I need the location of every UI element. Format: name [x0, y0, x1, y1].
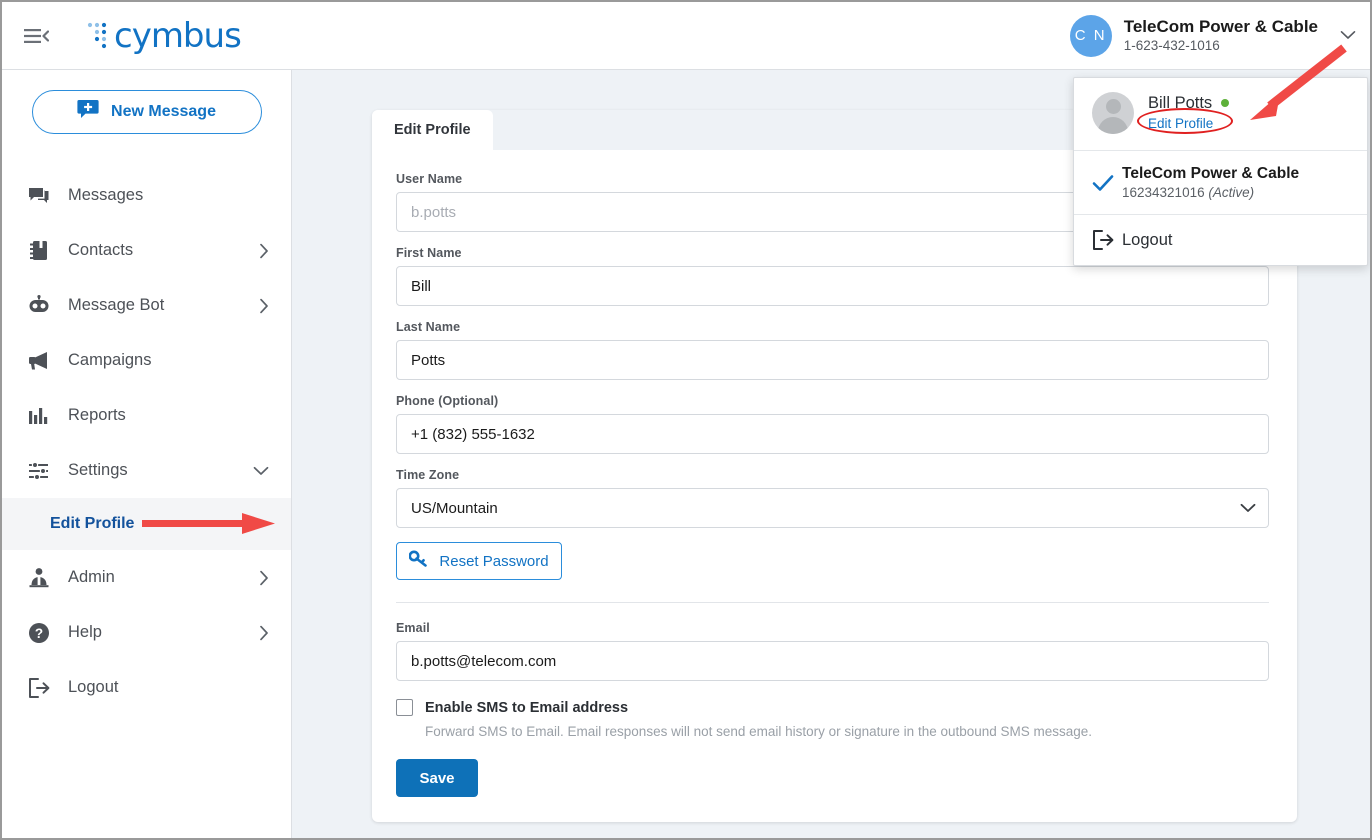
- save-button[interactable]: Save: [396, 759, 478, 797]
- sidebar-item-contacts[interactable]: Contacts: [2, 223, 291, 278]
- dropdown-account-item[interactable]: TeleCom Power & Cable 16234321016 (Activ…: [1074, 150, 1367, 214]
- timezone-select[interactable]: US/Mountain: [396, 488, 1269, 528]
- chevron-right-icon: [259, 570, 269, 586]
- sidebar-item-label: Settings: [68, 461, 128, 479]
- check-icon: [1092, 174, 1122, 192]
- sidebar-nav: Messages Contacts Message Bot Campaigns …: [2, 168, 291, 715]
- dropdown-profile-section: Bill Potts Edit Profile: [1074, 78, 1367, 150]
- cymbus-logo[interactable]: cymbus: [86, 15, 242, 56]
- svg-text:?: ?: [35, 626, 43, 641]
- form-divider: [396, 602, 1269, 603]
- email-input[interactable]: b.potts@telecom.com: [396, 641, 1269, 681]
- dropdown-account-state: (Active): [1208, 185, 1255, 200]
- chevron-right-icon: [259, 243, 269, 259]
- sidebar-item-help[interactable]: ? Help: [2, 605, 291, 660]
- sidebar-item-label: Campaigns: [68, 351, 152, 369]
- tab-edit-profile[interactable]: Edit Profile: [372, 110, 493, 150]
- logout-icon: [1092, 230, 1122, 250]
- sms-to-email-help-text: Forward SMS to Email. Email responses wi…: [425, 724, 1093, 739]
- sidebar-item-label: Help: [68, 623, 102, 641]
- user-account-dropdown: Bill Potts Edit Profile TeleCom Power & …: [1073, 77, 1368, 266]
- chevron-down-icon: [253, 466, 269, 476]
- sidebar: New Message Messages Contacts Message Bo…: [2, 70, 292, 838]
- sidebar-item-label: Contacts: [68, 241, 134, 259]
- field-phone: Phone (Optional) +1 (832) 555-1632: [396, 394, 1269, 454]
- chevron-right-icon: [259, 298, 269, 314]
- app-window: cymbus C N TeleCom Power & Cable 1-623-4…: [0, 0, 1372, 840]
- logo-text: cymbus: [114, 15, 242, 56]
- account-switcher-button[interactable]: C N TeleCom Power & Cable 1-623-432-1016: [1069, 14, 1370, 57]
- dropdown-edit-profile-wrapper: Edit Profile: [1137, 107, 1233, 134]
- messages-icon: [26, 186, 52, 206]
- field-label: Time Zone: [396, 468, 460, 482]
- reset-password-label: Reset Password: [439, 552, 549, 570]
- field-label: Phone (Optional): [396, 394, 499, 408]
- sms-to-email-checkbox-row: Enable SMS to Email address: [396, 699, 1269, 716]
- contacts-icon: [26, 240, 52, 261]
- new-message-button[interactable]: New Message: [31, 90, 262, 134]
- field-email: Email b.potts@telecom.com: [396, 621, 1269, 681]
- sidebar-item-admin[interactable]: Admin: [2, 550, 291, 605]
- sidebar-item-campaigns[interactable]: Campaigns: [2, 333, 291, 388]
- sms-to-email-checkbox[interactable]: [396, 699, 413, 716]
- header-account-name: TeleCom Power & Cable: [1123, 17, 1318, 37]
- sidebar-subitem-label: Edit Profile: [50, 515, 135, 532]
- sidebar-item-logout[interactable]: Logout: [2, 660, 291, 715]
- admin-user-icon: [26, 567, 52, 588]
- field-timezone: Time Zone US/Mountain: [396, 468, 1269, 528]
- sidebar-item-settings[interactable]: Settings: [2, 443, 291, 498]
- last-name-input[interactable]: Potts: [396, 340, 1269, 380]
- phone-input[interactable]: +1 (832) 555-1632: [396, 414, 1269, 454]
- logout-icon: [26, 677, 52, 698]
- chevron-down-icon: [1240, 500, 1256, 517]
- dropdown-logout-label: Logout: [1122, 230, 1173, 249]
- dropdown-edit-profile-link[interactable]: Edit Profile: [1148, 116, 1213, 131]
- new-message-icon: [77, 99, 99, 125]
- field-last-name: Last Name Potts: [396, 320, 1269, 380]
- annotation-arrow-sidebar: [142, 511, 277, 537]
- header-account-phone: 1-623-432-1016: [1123, 38, 1220, 54]
- dropdown-account-number: 16234321016: [1122, 185, 1205, 200]
- timezone-value: US/Mountain: [411, 499, 498, 517]
- sidebar-item-message-bot[interactable]: Message Bot: [2, 278, 291, 333]
- megaphone-icon: [26, 350, 52, 371]
- chevron-down-icon: [1340, 27, 1356, 45]
- sliders-icon: [26, 461, 52, 481]
- sidebar-item-label: Reports: [68, 406, 126, 424]
- field-label: Email: [396, 621, 430, 635]
- sidebar-item-reports[interactable]: Reports: [2, 388, 291, 443]
- dropdown-user-name: Bill Potts: [1148, 93, 1213, 112]
- robot-icon: [26, 295, 52, 316]
- app-header: cymbus C N TeleCom Power & Cable 1-623-4…: [2, 2, 1370, 70]
- save-button-label: Save: [419, 769, 455, 787]
- dropdown-account-name: TeleCom Power & Cable: [1122, 165, 1300, 182]
- bar-chart-icon: [26, 406, 52, 426]
- sidebar-item-messages[interactable]: Messages: [2, 168, 291, 223]
- sidebar-item-label: Logout: [68, 678, 119, 696]
- new-message-label: New Message: [111, 103, 216, 120]
- dropdown-user-row: Bill Potts: [1148, 93, 1230, 113]
- logo-dot-matrix-icon: [86, 16, 112, 55]
- first-name-input[interactable]: Bill: [396, 266, 1269, 306]
- dropdown-account-sub: 16234321016 (Active): [1122, 185, 1299, 200]
- field-label: Last Name: [396, 320, 461, 334]
- key-icon: [408, 550, 428, 573]
- dropdown-logout-item[interactable]: Logout: [1074, 214, 1367, 265]
- sidebar-item-label: Admin: [68, 568, 115, 586]
- sms-to-email-label: Enable SMS to Email address: [425, 699, 629, 716]
- help-circle-icon: ?: [26, 622, 52, 644]
- tab-label: Edit Profile: [394, 122, 471, 138]
- sidebar-item-label: Messages: [68, 186, 144, 204]
- reset-password-button[interactable]: Reset Password: [396, 542, 562, 580]
- avatar: C N: [1069, 14, 1112, 57]
- sidebar-item-label: Message Bot: [68, 296, 165, 314]
- status-online-dot-icon: [1221, 99, 1230, 107]
- hamburger-collapse-icon[interactable]: [14, 14, 58, 58]
- user-avatar-placeholder-icon: [1092, 92, 1134, 134]
- chevron-right-icon: [259, 625, 269, 641]
- sidebar-item-edit-profile[interactable]: Edit Profile: [2, 498, 291, 550]
